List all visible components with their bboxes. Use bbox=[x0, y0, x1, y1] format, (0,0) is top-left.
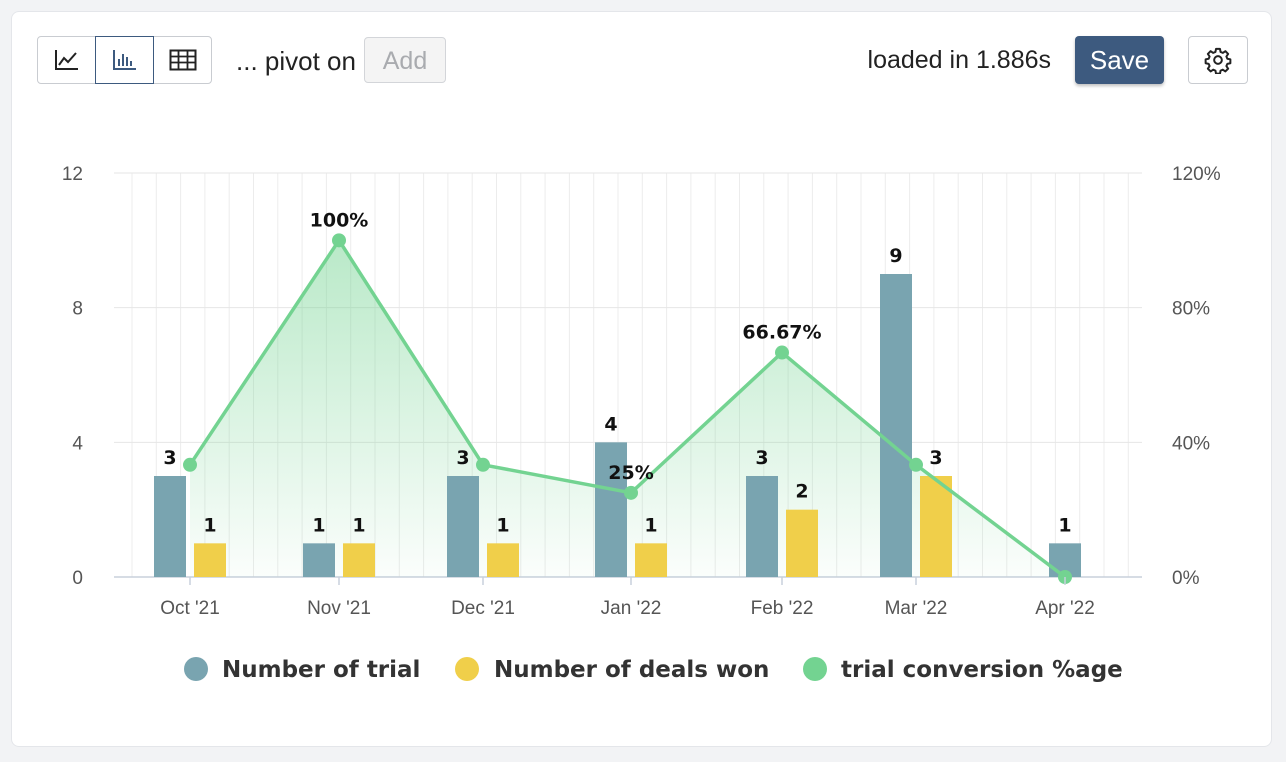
y-left-tick-label: 4 bbox=[72, 433, 83, 454]
x-tick-label: Mar '22 bbox=[885, 598, 948, 619]
conversion-point bbox=[332, 233, 346, 248]
x-tick-label: Dec '21 bbox=[451, 598, 515, 619]
y-left-tick-label: 12 bbox=[62, 164, 83, 185]
bar-chart-icon bbox=[112, 50, 136, 70]
bar-deals-won bbox=[194, 543, 226, 577]
legend-label: Number of trial bbox=[222, 657, 420, 683]
conversion-point bbox=[775, 345, 789, 360]
bar-chart-button[interactable] bbox=[95, 36, 154, 84]
x-tick-label: Oct '21 bbox=[160, 598, 220, 619]
bar-deals-won bbox=[343, 543, 375, 577]
y-left-tick-label: 0 bbox=[72, 568, 83, 589]
bar-deals-won-label: 3 bbox=[929, 447, 942, 469]
conversion-point bbox=[624, 485, 638, 500]
bar-deals-won-label: 1 bbox=[203, 514, 216, 536]
bar-trial bbox=[746, 476, 778, 577]
bar-trial bbox=[880, 274, 912, 577]
x-tick-label: Feb '22 bbox=[751, 598, 814, 619]
conversion-point-label: 100% bbox=[310, 209, 369, 231]
bar-trial bbox=[154, 476, 186, 577]
bar-deals-won bbox=[920, 476, 952, 577]
bar-deals-won bbox=[786, 509, 818, 577]
bar-deals-won-label: 1 bbox=[352, 514, 365, 536]
bar-deals-won-label: 1 bbox=[644, 514, 657, 536]
bar-trial-label: 4 bbox=[604, 413, 617, 435]
conversion-point bbox=[476, 457, 490, 472]
conversion-point bbox=[183, 457, 197, 472]
combo-chart: 048120%40%80%120%Oct '21 Nov '21 Dec '21 Ja… bbox=[62, 164, 1221, 683]
y-right-tick-label: 40% bbox=[1172, 433, 1210, 454]
bar-trial-label: 9 bbox=[889, 245, 902, 267]
bar-trial bbox=[303, 543, 335, 577]
bar-deals-won bbox=[635, 543, 667, 577]
conversion-point bbox=[909, 457, 923, 472]
y-right-tick-label: 80% bbox=[1172, 299, 1210, 320]
y-left-tick-label: 8 bbox=[72, 299, 83, 320]
bar-deals-won-label: 2 bbox=[795, 481, 808, 503]
legend-label: Number of deals won bbox=[494, 657, 769, 683]
bar-deals-won-label: 1 bbox=[496, 514, 509, 536]
bar-trial-label: 1 bbox=[312, 514, 325, 536]
bar-trial bbox=[447, 476, 479, 577]
bar-trial-label: 3 bbox=[755, 447, 768, 469]
bar-trial-label: 3 bbox=[456, 447, 469, 469]
y-right-tick-label: 0% bbox=[1172, 568, 1200, 589]
bar-trial-label: 3 bbox=[163, 447, 176, 469]
conversion-point-label: 66.67% bbox=[742, 322, 821, 344]
legend-swatch bbox=[455, 657, 479, 681]
bar-deals-won bbox=[487, 543, 519, 577]
conversion-point-label: 25% bbox=[608, 462, 653, 484]
legend-label: trial conversion %age bbox=[841, 657, 1123, 683]
legend-swatch bbox=[184, 657, 208, 681]
x-tick-label: Nov '21 bbox=[307, 598, 371, 619]
y-right-tick-label: 120% bbox=[1172, 164, 1221, 185]
x-tick-label: Apr '22 bbox=[1035, 598, 1095, 619]
x-tick-label: Jan '22 bbox=[601, 598, 662, 619]
legend-swatch bbox=[803, 657, 827, 681]
bar-trial-label: 1 bbox=[1058, 514, 1071, 536]
